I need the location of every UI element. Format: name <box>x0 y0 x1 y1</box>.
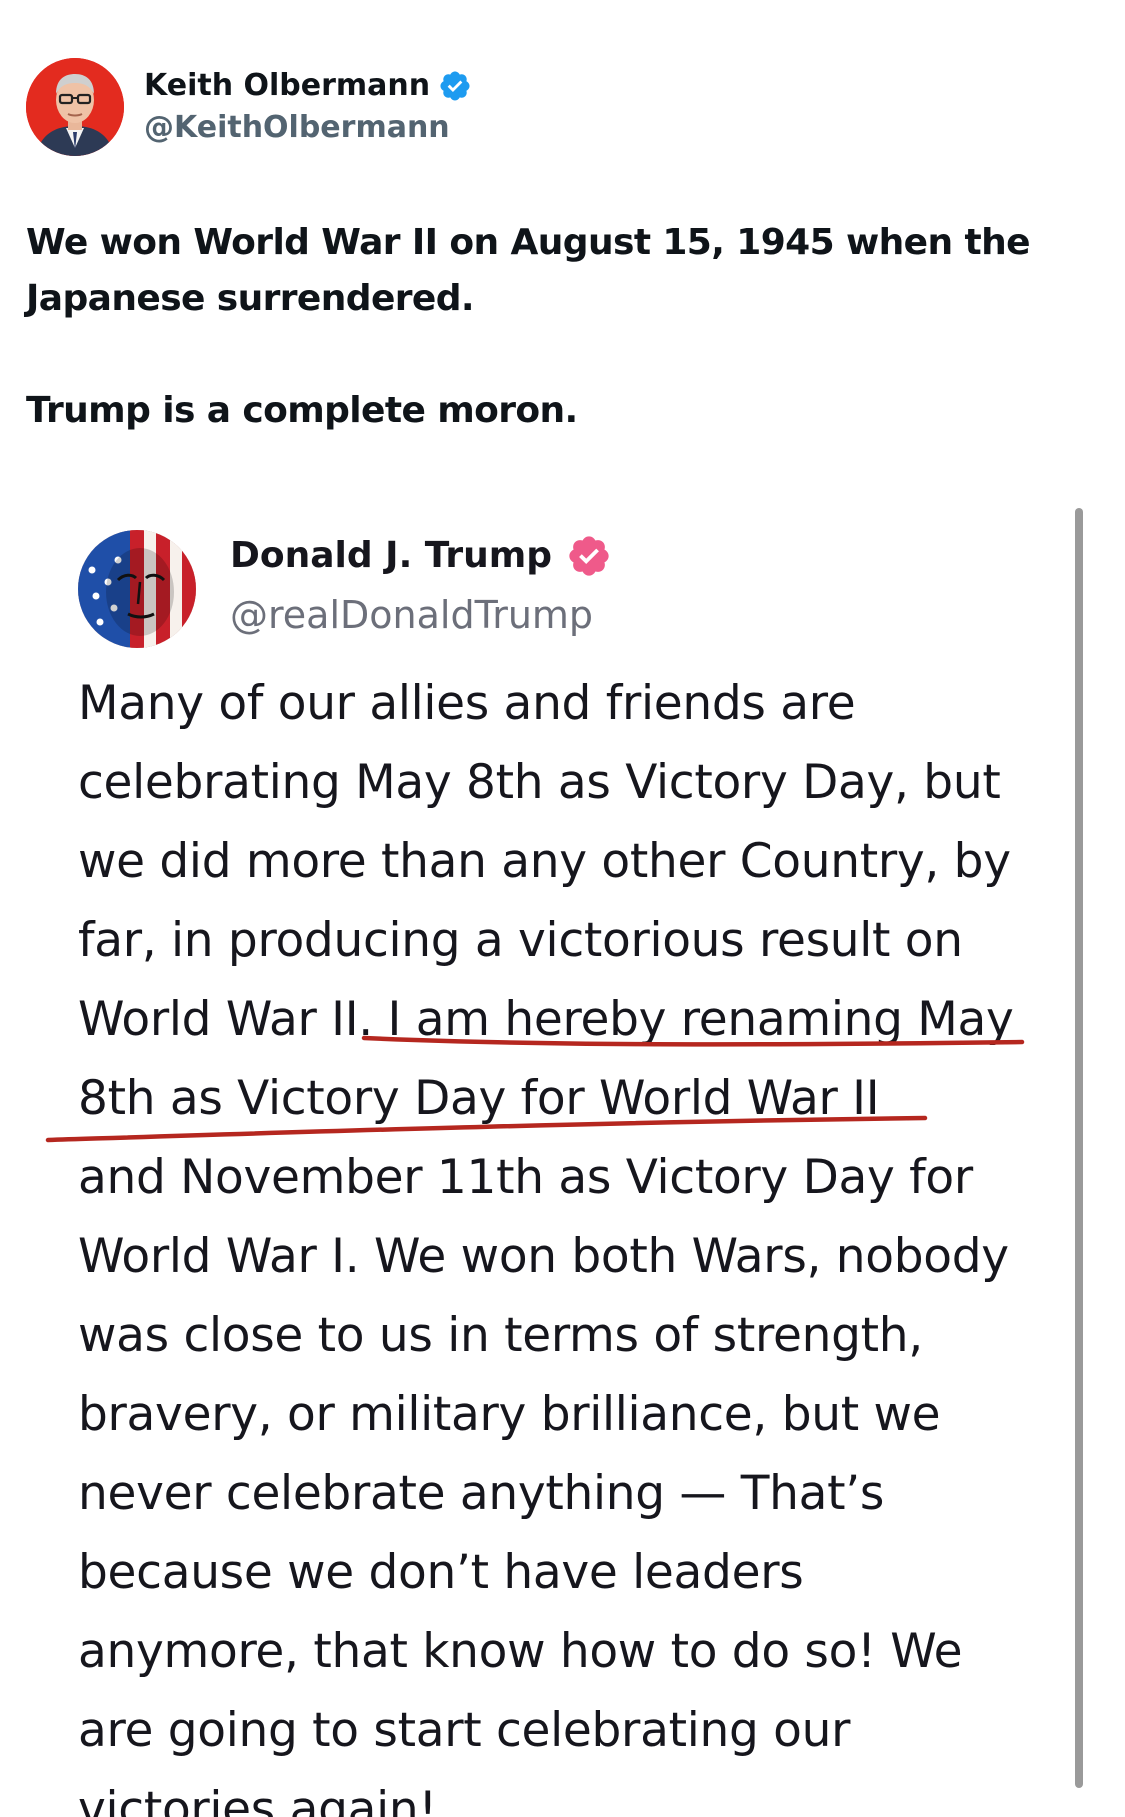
quoted-text-line: are going to start celebrating our <box>78 1703 851 1758</box>
outer-paragraph-2: Trump is a complete moron. <box>26 383 1086 439</box>
quoted-text-line: was close to us in terms of strength, <box>78 1308 923 1363</box>
quoted-text-line: because we don’t have leaders <box>78 1545 804 1600</box>
trump-avatar <box>78 530 196 648</box>
verified-badge-icon <box>569 536 609 576</box>
quoted-text-line: Many of our allies and friends are <box>78 676 856 731</box>
outer-post-header: Keith Olbermann @KeithOlbermann <box>26 58 472 156</box>
quoted-text-line: 8th as Victory Day for World War II <box>78 1071 880 1126</box>
quoted-text-line: anymore, that know how to do so! We <box>78 1624 963 1679</box>
author-display-name[interactable]: Keith Olbermann <box>144 66 430 106</box>
author-name-row: Keith Olbermann <box>144 66 472 106</box>
quoted-text-line: we did more than any other Country, by <box>78 834 1011 889</box>
author-name-block: Keith Olbermann @KeithOlbermann <box>144 66 472 148</box>
quoted-text-line: bravery, or military brilliance, but we <box>78 1387 941 1442</box>
quoted-text-line: World War I. We won both Wars, nobody <box>78 1229 1009 1284</box>
quoted-text-line: and November 11th as Victory Day for <box>78 1150 973 1205</box>
quoted-text-line: celebrating May 8th as Victory Day, but <box>78 755 1001 810</box>
keith-olbermann-avatar[interactable] <box>26 58 124 156</box>
quoted-text-line: victories again! <box>78 1782 437 1817</box>
author-handle[interactable]: @KeithOlbermann <box>144 108 472 148</box>
quoted-author-name-row: Donald J. Trump <box>230 531 612 581</box>
quoted-post-image[interactable]: Donald J. Trump @realDonaldTrump Many of… <box>0 500 1125 1817</box>
quoted-post-text: Many of our allies and friends are celeb… <box>78 664 1078 1817</box>
quoted-author-display-name: Donald J. Trump <box>230 535 553 576</box>
quoted-text-line: never celebrate anything — That’s <box>78 1466 885 1521</box>
outer-line: Japanese surrendered. <box>26 278 475 319</box>
outer-paragraph-1: We won World War II on August 15, 1945 w… <box>26 215 1086 327</box>
quoted-author-handle: @realDonaldTrump <box>230 593 594 637</box>
outer-line: We won World War II on August 15, 1945 w… <box>26 222 1031 263</box>
outer-post-text: We won World War II on August 15, 1945 w… <box>26 215 1086 439</box>
outer-line: Trump is a complete moron. <box>26 390 578 431</box>
flag-face-avatar-icon <box>78 530 196 648</box>
quoted-post-header: Donald J. Trump @realDonaldTrump <box>78 530 612 648</box>
quoted-text-line: far, in producing a victorious result on <box>78 913 963 968</box>
quoted-text-line: World War II. I am hereby renaming May <box>78 992 1014 1047</box>
verified-badge-icon <box>440 71 470 101</box>
quoted-author-name-block: Donald J. Trump @realDonaldTrump <box>230 531 612 641</box>
profile-photo-icon <box>26 58 124 156</box>
